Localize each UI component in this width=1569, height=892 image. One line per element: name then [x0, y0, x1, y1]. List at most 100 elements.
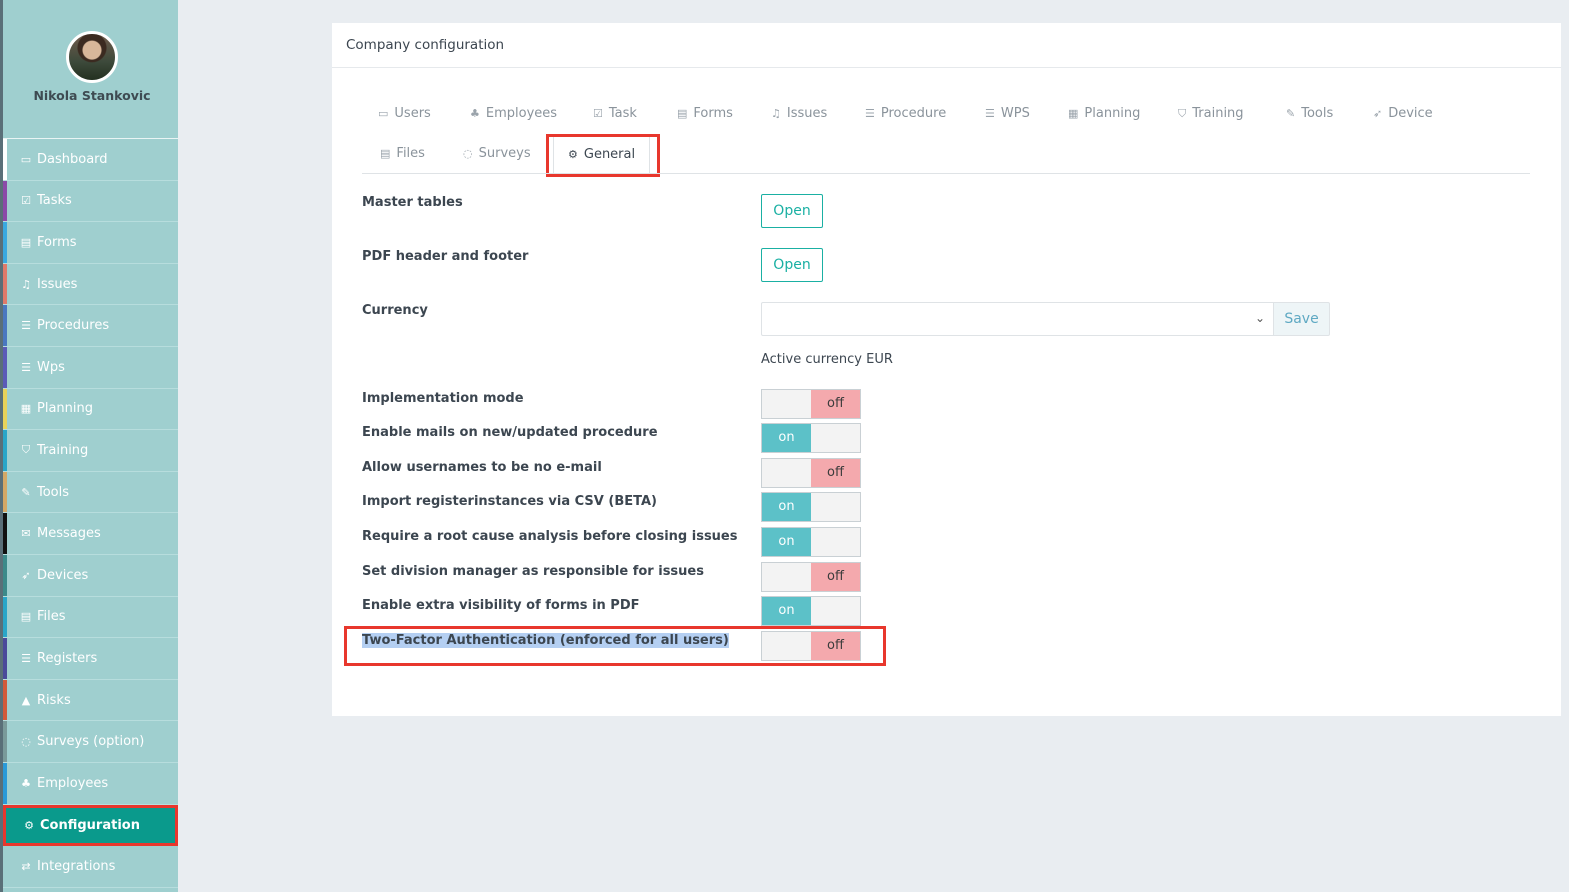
sidebar-item-label: Messages — [37, 526, 101, 542]
sidebar-item-registers[interactable]: ☰ Registers — [3, 638, 178, 680]
sidebar-item-label: Surveys (option) — [37, 734, 145, 750]
sidebar-item-surveys[interactable]: ◌ Surveys (option) — [3, 721, 178, 763]
users-icon: ♣ — [21, 776, 31, 790]
tab-forms[interactable]: ▤ Forms — [677, 103, 733, 125]
nav-color-bar — [3, 430, 7, 471]
monitor-icon: ▭ — [20, 152, 32, 166]
sidebar-nav: ▭ Dashboard ☑ Tasks ▤ Forms ♫ Issues ☰ Proced… — [3, 139, 178, 888]
nav-color-bar — [3, 388, 7, 430]
tab-users[interactable]: ▭ Users — [378, 103, 431, 125]
toggle-state: off — [811, 390, 860, 418]
list-icon: ☰ — [865, 107, 875, 120]
check-square-icon: ☑ — [21, 194, 31, 208]
tab-employees[interactable]: ♣ Employees — [470, 103, 557, 125]
pdf-header-footer-open-button[interactable]: Open — [761, 248, 823, 282]
toggle-procedure-mails[interactable]: on — [761, 423, 861, 453]
setting-label-division-manager: Set division manager as responsible for … — [362, 564, 704, 579]
sidebar-item-wps[interactable]: ☰ Wps — [3, 346, 178, 389]
sidebar-item-tasks[interactable]: ☑ Tasks — [3, 180, 178, 223]
tab-planning[interactable]: ▦ Planning — [1068, 103, 1140, 125]
currency-select[interactable]: ⌄ — [761, 302, 1274, 336]
tab-label: Forms — [693, 106, 733, 121]
sidebar-item-employees[interactable]: ♣ Employees — [3, 762, 178, 805]
sidebar-item-configuration[interactable]: ⚙ Configuration — [3, 804, 178, 847]
toggle-state: on — [762, 424, 811, 452]
setting-label-root-cause: Require a root cause analysis before clo… — [362, 529, 738, 544]
sidebar-item-label: Wps — [37, 359, 65, 375]
sidebar-item-label: Employees — [37, 775, 109, 791]
setting-label-two-factor: Two-Factor Authentication (enforced for … — [362, 633, 729, 648]
sidebar-item-label: Files — [37, 609, 66, 625]
graduation-cap-icon: ⛉ — [1178, 107, 1187, 120]
tab-label: Issues — [786, 106, 828, 121]
toggle-two-factor[interactable]: off — [761, 631, 861, 661]
sidebar-item-label: Tools — [37, 484, 70, 500]
chevron-down-icon: ⌄ — [1254, 311, 1265, 325]
sidebar-item-training[interactable]: ⛉ Training — [3, 430, 178, 472]
avatar[interactable] — [66, 31, 118, 83]
tab-training[interactable]: ⛉ Training — [1178, 103, 1244, 125]
toggle-state: on — [762, 528, 811, 556]
gear-icon: ⚙ — [24, 818, 34, 832]
tab-label: Surveys — [478, 146, 531, 161]
toggle-import-csv[interactable]: on — [761, 492, 861, 522]
tab-label: Training — [1192, 106, 1244, 121]
tab-files[interactable]: ▤ Files — [380, 143, 425, 165]
sidebar-item-messages[interactable]: ✉ Messages — [3, 513, 178, 555]
sidebar-item-procedures[interactable]: ☰ Procedures — [3, 305, 178, 347]
toggle-handle — [762, 563, 811, 591]
pdf-header-footer-label: PDF header and footer — [362, 249, 529, 264]
active-currency-text: Active currency EUR — [761, 352, 893, 367]
setting-label-procedure-mails: Enable mails on new/updated procedure — [362, 425, 658, 440]
sidebar-item-planning[interactable]: ▦ Planning — [3, 388, 178, 431]
master-tables-open-button[interactable]: Open — [761, 194, 823, 228]
tab-issues[interactable]: ♫ Issues — [771, 103, 827, 125]
sidebar-item-label: Configuration — [40, 817, 140, 833]
toggle-handle — [811, 424, 860, 452]
tab-label: Task — [608, 106, 637, 121]
tab-label: Employees — [485, 106, 558, 121]
sidebar-item-label: Issues — [37, 276, 78, 292]
tab-label: Files — [396, 146, 425, 161]
sidebar-item-risks[interactable]: ▲ Risks — [3, 679, 178, 722]
toggle-forms-visibility[interactable]: on — [761, 596, 861, 626]
sidebar-item-label: Planning — [37, 401, 93, 417]
sidebar-item-forms[interactable]: ▤ Forms — [3, 222, 178, 264]
sidebar-item-label: Registers — [37, 650, 98, 666]
toggle-implementation-mode[interactable]: off — [761, 389, 861, 419]
sidebar-item-devices[interactable]: ➶ Devices — [3, 554, 178, 597]
exchange-icon: ⇄ — [21, 859, 31, 873]
nav-color-bar — [3, 762, 7, 804]
tab-label: Procedure — [880, 106, 947, 121]
toggle-state: off — [811, 632, 860, 660]
setting-label-import-csv: Import registerinstances via CSV (BETA) — [362, 494, 657, 509]
tab-tools[interactable]: ✎ Tools — [1286, 103, 1333, 125]
sidebar-item-integrations[interactable]: ⇄ Integrations — [3, 846, 178, 888]
sidebar-item-label: Training — [37, 442, 89, 458]
calendar-icon: ▦ — [20, 402, 32, 416]
tab-wps[interactable]: ☰ WPS — [985, 103, 1030, 125]
nav-color-bar — [3, 554, 7, 596]
tab-surveys[interactable]: ◌ Surveys — [463, 143, 531, 165]
toggle-root-cause[interactable]: on — [761, 527, 861, 557]
rocket-icon: ➶ — [21, 568, 31, 582]
currency-label: Currency — [362, 303, 428, 318]
nav-color-bar — [3, 846, 7, 887]
list-icon: ☰ — [21, 360, 31, 374]
tab-task[interactable]: ☑ Task — [593, 103, 637, 125]
toggle-handle — [762, 459, 811, 487]
sidebar-item-label: Risks — [37, 692, 71, 708]
sidebar-item-tools[interactable]: ✎ Tools — [3, 471, 178, 514]
nav-color-bar — [3, 222, 7, 263]
card-title: Company configuration — [332, 23, 1561, 68]
toggle-division-manager[interactable]: off — [761, 562, 861, 592]
sidebar-item-issues[interactable]: ♫ Issues — [3, 263, 178, 306]
currency-save-button[interactable]: Save — [1273, 302, 1330, 336]
toggle-usernames-no-email[interactable]: off — [761, 458, 861, 488]
tab-label: Users — [394, 106, 431, 121]
sidebar-item-dashboard[interactable]: ▭ Dashboard — [3, 139, 178, 181]
tab-label: WPS — [1000, 106, 1030, 121]
sidebar-item-files[interactable]: ▤ Files — [3, 596, 178, 639]
tab-procedure[interactable]: ☰ Procedure — [865, 103, 946, 125]
tab-device[interactable]: ➶ Device — [1373, 103, 1433, 125]
